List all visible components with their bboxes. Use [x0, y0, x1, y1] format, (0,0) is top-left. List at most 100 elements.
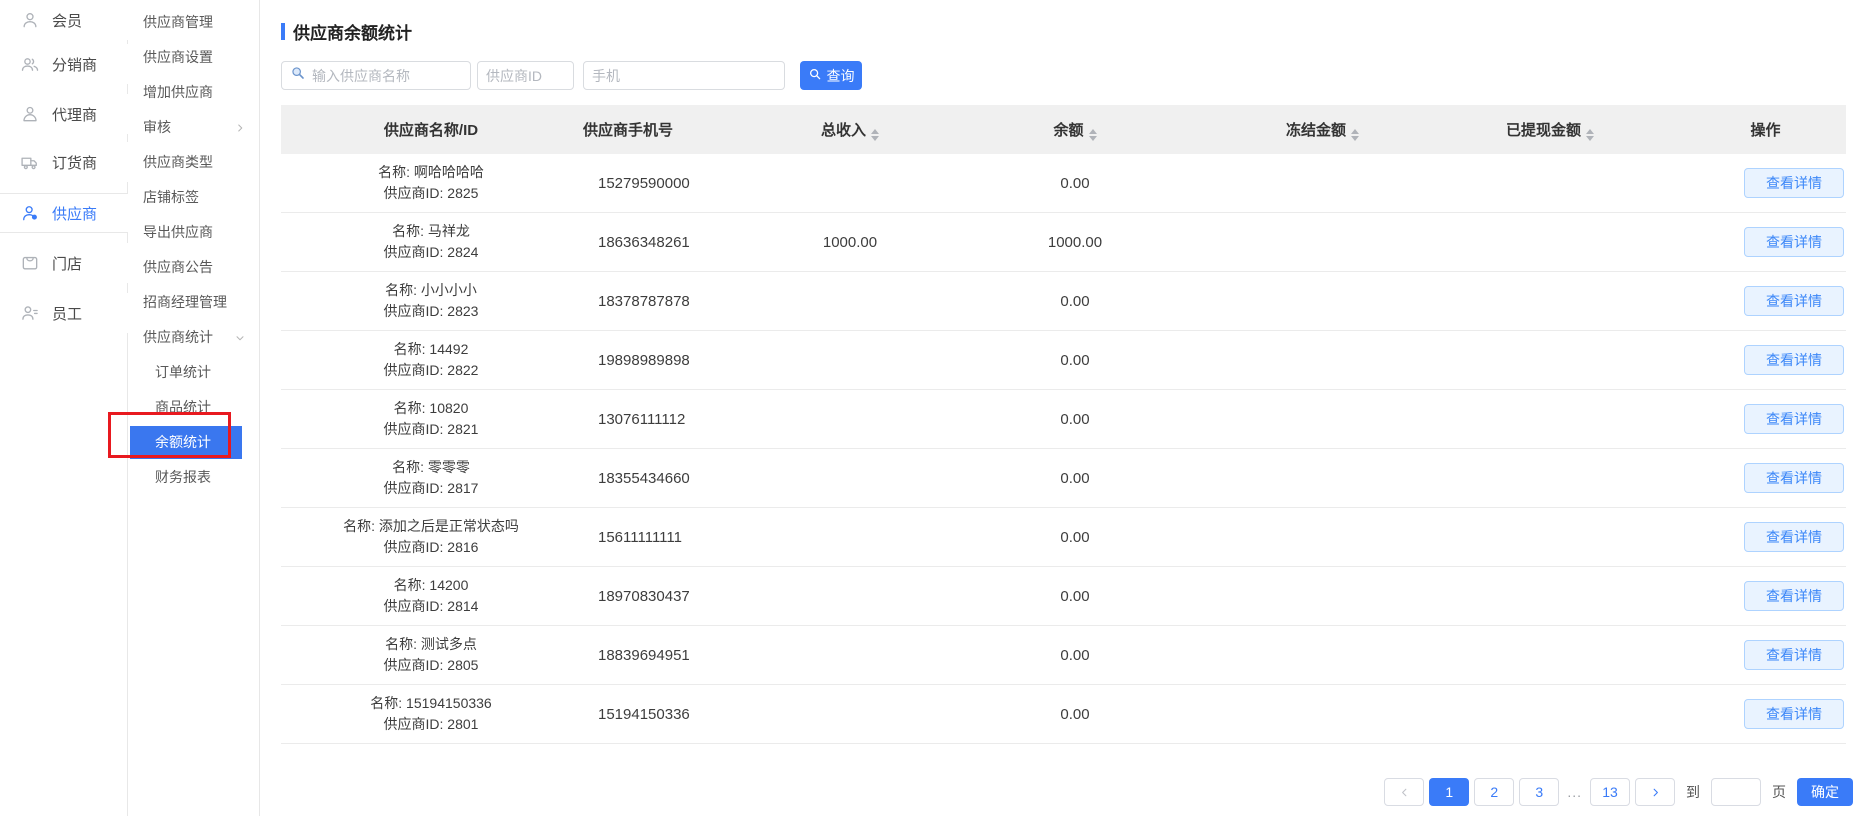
balance-cell: 0.00: [920, 529, 1230, 546]
supplier-name-id-cell: 名称: 小小小小供应商ID: 2823: [281, 280, 581, 322]
view-detail-button[interactable]: 查看详情: [1744, 168, 1844, 198]
view-detail-button[interactable]: 查看详情: [1744, 227, 1844, 257]
submenu-item-订单统计[interactable]: 订单统计: [128, 355, 259, 390]
query-button[interactable]: 查询: [800, 61, 862, 90]
submenu-item-供应商管理[interactable]: 供应商管理: [128, 5, 259, 40]
supplier-id-field[interactable]: [477, 61, 574, 90]
view-detail-button[interactable]: 查看详情: [1744, 699, 1844, 729]
pagination: 123...13 到 页 确定: [1384, 778, 1853, 806]
view-detail-button[interactable]: 查看详情: [1744, 522, 1844, 552]
sort-icon[interactable]: [1089, 129, 1097, 141]
supplier-name: 名称: 10820: [281, 398, 581, 419]
action-cell: 查看详情: [1685, 640, 1846, 670]
page-button-2[interactable]: 2: [1474, 778, 1514, 806]
supplier-name-id-cell: 名称: 14492供应商ID: 2822: [281, 339, 581, 381]
submenu-item-招商经理管理[interactable]: 招商经理管理: [128, 285, 259, 320]
balance-cell: 0.00: [920, 293, 1230, 310]
sort-icon[interactable]: [1586, 129, 1594, 141]
table-row: 名称: 10820供应商ID: 2821130761111120.00查看详情: [281, 390, 1846, 449]
table-row: 名称: 啊哈哈哈哈供应商ID: 2825152795900000.00查看详情: [281, 154, 1846, 213]
submenu-item-财务报表[interactable]: 财务报表: [128, 460, 259, 495]
submenu-item-商品统计[interactable]: 商品统计: [128, 390, 259, 425]
submenu-item-余额统计[interactable]: 余额统计: [130, 426, 242, 459]
sidebar-item-门店[interactable]: 门店: [0, 243, 128, 283]
sidebar-item-代理商[interactable]: 代理商: [0, 94, 128, 134]
supplier-name: 名称: 添加之后是正常状态吗: [281, 516, 581, 537]
supplier-id: 供应商ID: 2825: [281, 183, 581, 204]
supplier-name-id-cell: 名称: 测试多点供应商ID: 2805: [281, 634, 581, 676]
page-jump-input[interactable]: [1711, 778, 1761, 806]
col-header-6[interactable]: 已提现金额: [1415, 119, 1685, 141]
col-header-4[interactable]: 余额: [920, 119, 1230, 141]
view-detail-button[interactable]: 查看详情: [1744, 640, 1844, 670]
title-accent-bar: [281, 23, 285, 40]
submenu-item-增加供应商[interactable]: 增加供应商: [128, 75, 259, 110]
action-cell: 查看详情: [1685, 168, 1846, 198]
sidebar-item-订货商[interactable]: 订货商: [0, 142, 128, 182]
page-button-3[interactable]: 3: [1519, 778, 1559, 806]
submenu-item-label: 增加供应商: [143, 84, 213, 100]
supplier-name-id-cell: 名称: 马祥龙供应商ID: 2824: [281, 221, 581, 263]
table-row: 名称: 测试多点供应商ID: 2805188396949510.00查看详情: [281, 626, 1846, 685]
supplier-name: 名称: 零零零: [281, 457, 581, 478]
table-row: 名称: 添加之后是正常状态吗供应商ID: 2816156111111110.00…: [281, 508, 1846, 567]
supplier-name-id-cell: 名称: 啊哈哈哈哈供应商ID: 2825: [281, 162, 581, 204]
supplier-name-input[interactable]: [312, 62, 462, 89]
sort-icon[interactable]: [871, 129, 879, 141]
sidebar-item-员工[interactable]: 员工: [0, 293, 128, 333]
chevron-right-icon: [234, 110, 246, 145]
action-cell: 查看详情: [1685, 286, 1846, 316]
col-header-5[interactable]: 冻结金额: [1230, 119, 1415, 141]
view-detail-button[interactable]: 查看详情: [1744, 345, 1844, 375]
submenu-item-审核[interactable]: 审核: [128, 110, 259, 145]
phone-field[interactable]: [583, 61, 785, 90]
goto-label: 到: [1686, 782, 1700, 802]
submenu-item-供应商统计[interactable]: 供应商统计: [128, 320, 259, 355]
table-row: 名称: 14200供应商ID: 2814189708304370.00查看详情: [281, 567, 1846, 626]
col-header-label: 总收入: [821, 122, 866, 139]
submenu-item-label: 供应商统计: [143, 329, 213, 345]
submenu-item-供应商设置[interactable]: 供应商设置: [128, 40, 259, 75]
orderer-icon: [20, 152, 40, 172]
prev-page-button[interactable]: [1384, 778, 1424, 806]
page-button-13[interactable]: 13: [1590, 778, 1630, 806]
view-detail-button[interactable]: 查看详情: [1744, 286, 1844, 316]
supplier-name-field[interactable]: [281, 61, 471, 90]
agent-icon: [20, 104, 40, 124]
sidebar-item-供应商[interactable]: 供应商: [0, 193, 128, 233]
phone-input[interactable]: [592, 62, 776, 89]
query-search-icon: [808, 67, 822, 84]
supplier-id: 供应商ID: 2816: [281, 537, 581, 558]
search-bar: 查询: [281, 61, 862, 90]
supplier-id-input[interactable]: [486, 62, 565, 89]
balance-cell: 0.00: [920, 352, 1230, 369]
store-icon: [20, 253, 40, 273]
action-cell: 查看详情: [1685, 522, 1846, 552]
col-header-1: 供应商名称/ID: [281, 119, 581, 140]
submenu-item-label: 供应商设置: [143, 49, 213, 65]
submenu-item-供应商公告[interactable]: 供应商公告: [128, 250, 259, 285]
submenu-item-label: 财务报表: [155, 469, 211, 485]
view-detail-button[interactable]: 查看详情: [1744, 581, 1844, 611]
sidebar-item-分销商[interactable]: 分销商: [0, 44, 128, 84]
table-row: 名称: 小小小小供应商ID: 282318378787878 0.00 查看详情: [281, 272, 1846, 331]
phone-cell: 18378787878: [581, 293, 780, 310]
next-page-button[interactable]: [1635, 778, 1675, 806]
supplier-name: 名称: 小小小小: [281, 280, 581, 301]
sort-icon[interactable]: [1351, 129, 1359, 141]
balance-cell: 0.00: [920, 175, 1230, 192]
page-button-1[interactable]: 1: [1429, 778, 1469, 806]
action-cell: 查看详情: [1685, 345, 1846, 375]
phone-cell: 18839694951: [581, 647, 780, 664]
confirm-button[interactable]: 确定: [1797, 778, 1853, 806]
submenu-item-供应商类型[interactable]: 供应商类型: [128, 145, 259, 180]
col-header-3[interactable]: 总收入: [780, 119, 920, 141]
view-detail-button[interactable]: 查看详情: [1744, 463, 1844, 493]
sidebar-item-会员[interactable]: 会员: [0, 0, 128, 40]
submenu-item-店铺标签[interactable]: 店铺标签: [128, 180, 259, 215]
supplier-id: 供应商ID: 2823: [281, 301, 581, 322]
staff-icon: [20, 303, 40, 323]
submenu-item-导出供应商[interactable]: 导出供应商: [128, 215, 259, 250]
supplier-id: 供应商ID: 2822: [281, 360, 581, 381]
view-detail-button[interactable]: 查看详情: [1744, 404, 1844, 434]
